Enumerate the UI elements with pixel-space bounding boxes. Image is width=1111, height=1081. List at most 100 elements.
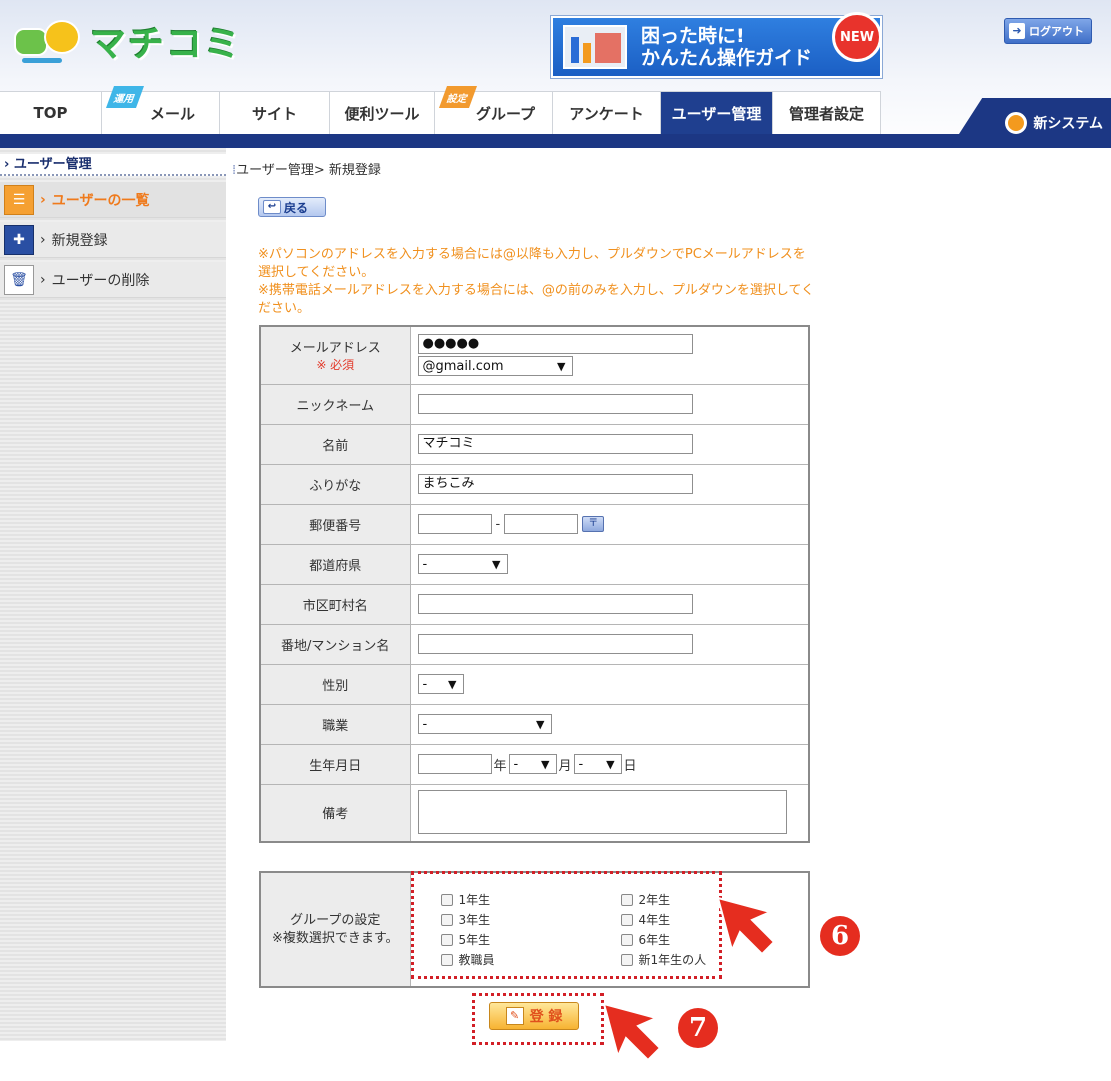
- tab-site-label: サイト: [251, 104, 297, 123]
- address-label: 番地/マンション名: [259, 623, 411, 665]
- furigana-label: ふりがな: [259, 463, 411, 505]
- zip-field-2[interactable]: [504, 514, 579, 534]
- tab-group-label: グループ: [475, 104, 536, 123]
- logo-text: マチコミ: [90, 24, 243, 65]
- group-note: ※複数選択できます。: [271, 930, 399, 946]
- new-system-label: 新システム: [1033, 116, 1103, 132]
- chevron-right-icon: ›: [4, 157, 10, 172]
- city-field[interactable]: [417, 594, 693, 614]
- add-user-icon: ✚: [4, 224, 34, 255]
- logout-icon: ➜: [1009, 23, 1025, 39]
- logout-button[interactable]: ➜ ログアウト: [1004, 18, 1092, 44]
- sidebar-item-label: 新規登録: [51, 232, 108, 249]
- guide-line2: かんたん操作ガイド: [641, 47, 813, 69]
- required-mark: ※ 必須: [316, 358, 355, 373]
- prefecture-value: -: [422, 556, 428, 572]
- group-label-cell: グループの設定 ※複数選択できます。: [259, 871, 411, 988]
- group-label: グループの設定: [290, 912, 381, 928]
- back-button[interactable]: ↩ 戻る: [258, 197, 326, 217]
- registration-form: メールアドレス ※ 必須 ●●●●● @gmail.com ▼ ニックネーム 名前…: [259, 325, 810, 843]
- birth-year-unit: 年: [493, 758, 507, 774]
- tab-site[interactable]: サイト: [220, 91, 330, 134]
- tab-group[interactable]: 設定 グループ: [435, 86, 553, 134]
- email-domain-select[interactable]: @gmail.com ▼: [417, 356, 573, 377]
- logo-mark-icon: [14, 18, 84, 64]
- birthdate-label: 生年月日: [259, 743, 411, 785]
- caret-down-icon: ▼: [557, 359, 566, 373]
- tab-tools[interactable]: 便利ツール: [330, 91, 435, 134]
- note-label: 備考: [259, 783, 411, 843]
- breadcrumb-text: ユーザー管理> 新規登録: [236, 163, 381, 178]
- email-domain-value: @gmail.com: [422, 358, 504, 374]
- name-label: 名前: [259, 423, 411, 465]
- logout-label: ログアウト: [1029, 25, 1084, 38]
- zip-field-1[interactable]: [417, 514, 492, 534]
- caret-down-icon: ▼: [541, 757, 550, 771]
- address-field[interactable]: [417, 634, 693, 654]
- tab-top-label: TOP: [33, 104, 68, 122]
- prefecture-select[interactable]: - ▼: [417, 554, 508, 574]
- sidebar-item-label: ユーザーの一覧: [51, 192, 150, 209]
- sidebar-heading-label: ユーザー管理: [13, 157, 92, 172]
- birth-month-unit: 月: [558, 758, 572, 774]
- nickname-label: ニックネーム: [259, 383, 411, 425]
- new-badge: NEW: [832, 12, 882, 62]
- postal-search-icon[interactable]: 〒: [582, 516, 605, 532]
- sidebar-item-label: ユーザーの削除: [51, 272, 150, 289]
- birth-day-select[interactable]: - ▼: [573, 754, 622, 774]
- caret-down-icon: ▼: [492, 557, 501, 571]
- zip-separator: -: [495, 516, 501, 532]
- email-label: メールアドレス: [289, 341, 381, 357]
- city-label: 市区町村名: [259, 583, 411, 625]
- tab-survey[interactable]: アンケート: [553, 91, 661, 134]
- tab-tools-label: 便利ツール: [344, 104, 420, 123]
- chevron-right-icon: ›: [40, 271, 46, 288]
- user-list-icon: ☰: [4, 184, 34, 215]
- notice-mobile: ※携帯電話メールアドレスを入力する場合には、@の前のみを入力し、プルダウンを選択…: [258, 283, 815, 316]
- sidebar-item-new-registration[interactable]: ✚ › 新規登録: [0, 222, 226, 258]
- machicomi-logo[interactable]: マチコミ: [14, 16, 254, 66]
- caret-down-icon: ▼: [448, 677, 457, 691]
- gear-icon: [1005, 112, 1028, 134]
- email-label-cell: メールアドレス ※ 必須: [259, 325, 411, 385]
- furigana-field[interactable]: まちこみ: [417, 474, 693, 494]
- back-label: 戻る: [284, 200, 309, 215]
- guide-banner[interactable]: 困った時に! かんたん操作ガイド NEW: [551, 12, 882, 78]
- tab-user-management-label: ユーザー管理: [671, 104, 762, 123]
- job-select[interactable]: - ▼: [417, 714, 552, 734]
- delete-user-icon: 🗑: [4, 264, 34, 295]
- job-value: -: [422, 716, 428, 732]
- input-notice: ※パソコンのアドレスを入力する場合には@以降も入力し、プルダウンでPCメールアド…: [258, 246, 818, 318]
- gender-value: -: [422, 676, 428, 692]
- tab-mail-label: メール: [149, 104, 195, 123]
- tab-user-management[interactable]: ユーザー管理: [661, 91, 773, 134]
- gender-select[interactable]: - ▼: [417, 674, 464, 694]
- note-textarea[interactable]: [417, 789, 787, 834]
- sidebar-item-delete-user[interactable]: 🗑 › ユーザーの削除: [0, 262, 226, 298]
- tab-mail[interactable]: 運用 メール: [102, 86, 220, 134]
- guide-monitor-icon: [563, 25, 627, 69]
- annotation-box-register: [472, 993, 604, 1045]
- nickname-field[interactable]: [417, 394, 693, 414]
- annotation-box-group: [411, 871, 722, 979]
- gender-label: 性別: [259, 663, 411, 705]
- sidebar-heading: › ユーザー管理: [0, 154, 226, 176]
- tab-mail-ribbon: 運用: [105, 86, 145, 108]
- birth-month-select[interactable]: - ▼: [508, 754, 557, 774]
- birth-year-field[interactable]: [417, 754, 492, 774]
- tab-group-ribbon: 設定: [438, 86, 478, 108]
- prefecture-label: 都道府県: [259, 543, 411, 585]
- email-field[interactable]: ●●●●●: [417, 334, 693, 355]
- guide-line1: 困った時に!: [641, 25, 745, 47]
- nav-underline: [0, 134, 1111, 148]
- notice-pc: ※パソコンのアドレスを入力する場合には@以降も入力し、プルダウンでPCメールアド…: [258, 247, 806, 280]
- main-nav-tabs: TOP 運用 メール サイト 便利ツール 設定 グループ アンケート ユーザー管…: [0, 86, 881, 134]
- tab-survey-label: アンケート: [569, 104, 644, 123]
- sidebar-item-user-list[interactable]: ☰ › ユーザーの一覧: [0, 182, 226, 218]
- name-field[interactable]: マチコミ: [417, 434, 693, 454]
- caret-down-icon: ▼: [606, 757, 615, 771]
- tab-admin-settings-label: 管理者設定: [788, 104, 864, 123]
- annotation-number-6: 6: [820, 916, 860, 956]
- tab-admin-settings[interactable]: 管理者設定: [773, 91, 881, 134]
- tab-top[interactable]: TOP: [0, 91, 102, 134]
